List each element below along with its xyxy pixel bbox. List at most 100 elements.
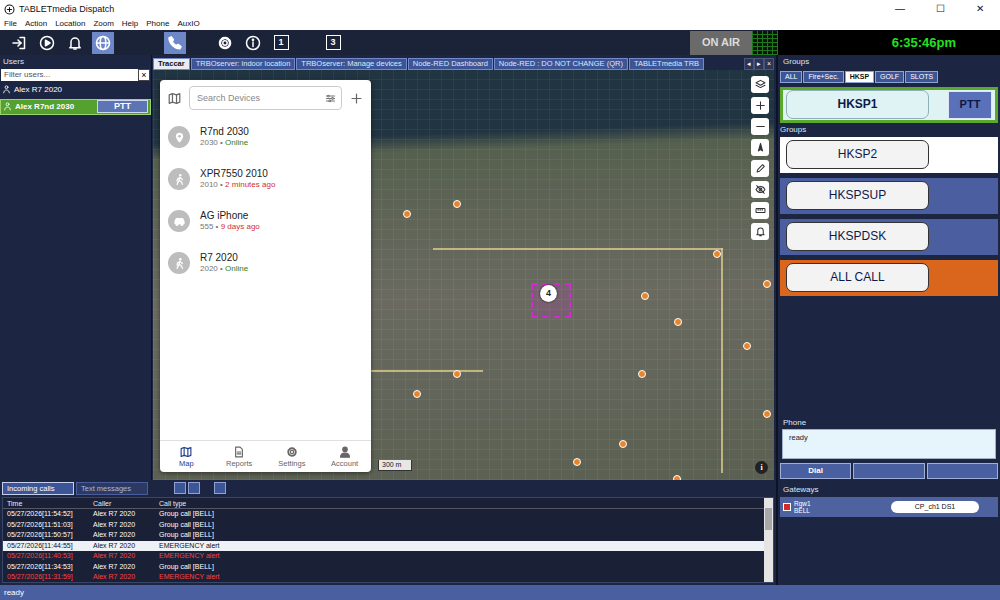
center-tab[interactable]: Node-RED : DO NOT CHANGE (QR) bbox=[494, 58, 628, 70]
phone-button[interactable] bbox=[927, 463, 998, 479]
group-button[interactable]: HKSP1 bbox=[786, 90, 929, 119]
map-poi-marker[interactable] bbox=[403, 210, 411, 218]
view-button[interactable] bbox=[174, 482, 186, 494]
globe-button[interactable] bbox=[92, 32, 114, 54]
group-tab[interactable]: ALL bbox=[780, 71, 802, 83]
info-button[interactable] bbox=[242, 32, 264, 54]
map-poi-marker[interactable] bbox=[453, 370, 461, 378]
device-row[interactable]: AG iPhone555 • 9 days ago bbox=[160, 200, 371, 242]
eyeoff-button[interactable] bbox=[751, 181, 769, 198]
group-button[interactable]: HKSPDSK bbox=[786, 222, 929, 251]
phone-button[interactable] bbox=[853, 463, 924, 479]
map-poi-marker[interactable] bbox=[674, 318, 682, 326]
tab-scroll-left-button[interactable]: ◂ bbox=[744, 58, 754, 70]
nav-item[interactable]: Reports bbox=[213, 441, 266, 472]
menu-item[interactable]: Help bbox=[122, 19, 138, 29]
group-ptt-button[interactable]: PTT bbox=[948, 91, 992, 119]
nav-item[interactable]: Account bbox=[318, 441, 371, 472]
menu-item[interactable]: Location bbox=[55, 19, 85, 29]
map-poi-marker[interactable] bbox=[713, 250, 721, 258]
center-tab[interactable]: TABLETmedia TRB bbox=[629, 58, 704, 70]
bell-button[interactable] bbox=[64, 32, 86, 54]
center-tab[interactable]: Traccar bbox=[153, 58, 190, 70]
ruler-button[interactable] bbox=[751, 202, 769, 219]
device-row[interactable]: R7nd 20302030 • Online bbox=[160, 116, 371, 158]
gear-button[interactable] bbox=[214, 32, 236, 54]
nav-item[interactable]: Map bbox=[160, 441, 213, 472]
calls-tab[interactable]: Incoming calls bbox=[2, 482, 74, 495]
menu-item[interactable]: Phone bbox=[146, 19, 169, 29]
group-button[interactable]: HKSPSUP bbox=[786, 181, 929, 210]
table-row[interactable]: 05/27/2026[11:50:57]Alex R7 2020Group ca… bbox=[3, 530, 764, 541]
table-row[interactable]: 05/27/2026[11:40:53]Alex R7 2020EMERGENC… bbox=[3, 551, 764, 562]
scrollbar[interactable] bbox=[764, 498, 773, 582]
play-button[interactable] bbox=[36, 32, 58, 54]
tab-scroll-right-button[interactable]: ▸ bbox=[754, 58, 764, 70]
minimize-button[interactable]: — bbox=[880, 3, 920, 15]
on-air-button[interactable]: ON AIR bbox=[690, 31, 752, 55]
group-tab[interactable]: Fire+Sec. bbox=[803, 71, 843, 83]
column-header[interactable]: Time bbox=[7, 498, 93, 508]
gateway-channel[interactable]: CP_ch1 DS1 bbox=[891, 501, 979, 513]
calls-tab[interactable]: Text messages bbox=[76, 482, 148, 495]
dial-button[interactable]: Dial bbox=[780, 463, 851, 479]
table-row[interactable]: 05/27/2026[11:51:03]Alex R7 2020Group ca… bbox=[3, 520, 764, 531]
menu-item[interactable]: AuxIO bbox=[177, 19, 199, 29]
center-tab[interactable]: TRBOserver: Manage devices bbox=[296, 58, 406, 70]
view-button[interactable] bbox=[214, 482, 226, 494]
close-button[interactable]: ✕ bbox=[960, 3, 1000, 15]
map-poi-marker[interactable] bbox=[641, 292, 649, 300]
menu-item[interactable]: Action bbox=[25, 19, 47, 29]
map-poi-marker[interactable] bbox=[573, 458, 581, 466]
nav-item[interactable]: Settings bbox=[266, 441, 319, 472]
gateway-row[interactable]: Rgw1BELLCP_ch1 DS1 bbox=[780, 497, 998, 517]
view-button[interactable] bbox=[188, 482, 200, 494]
group-button[interactable]: ALL CALL bbox=[786, 263, 929, 292]
map-poi-marker[interactable] bbox=[638, 370, 646, 378]
compass-button[interactable] bbox=[751, 139, 769, 156]
menu-item[interactable]: File bbox=[4, 19, 17, 29]
device-search-input[interactable] bbox=[195, 92, 325, 105]
maximize-button[interactable]: ☐ bbox=[920, 3, 960, 15]
tab-close-button[interactable]: × bbox=[764, 58, 774, 70]
map-poi-marker[interactable] bbox=[673, 475, 681, 480]
layout-button[interactable]: 1 bbox=[270, 32, 292, 54]
map-info-button[interactable]: i bbox=[755, 461, 768, 474]
user-row[interactable]: Alex R7nd 2030PTT bbox=[0, 99, 151, 115]
group-tab[interactable]: GOLF bbox=[875, 71, 904, 83]
group-tab[interactable]: HKSP bbox=[845, 71, 874, 83]
bell-button[interactable] bbox=[751, 223, 769, 240]
table-row[interactable]: 05/27/2026[11:31:59]Alex R7 2020EMERGENC… bbox=[3, 572, 764, 583]
user-row[interactable]: Alex R7 2020 bbox=[0, 83, 151, 97]
map-poi-marker[interactable] bbox=[413, 390, 421, 398]
map-poi-marker[interactable] bbox=[763, 280, 771, 288]
map-poi-marker[interactable] bbox=[743, 342, 751, 350]
map-poi-marker[interactable] bbox=[453, 200, 461, 208]
device-row[interactable]: R7 20202020 • Online bbox=[160, 242, 371, 284]
map-view[interactable]: 4300 miR7nd 20302030 • OnlineXPR7550 201… bbox=[153, 70, 774, 480]
login-button[interactable] bbox=[8, 32, 30, 54]
clear-filter-button[interactable]: × bbox=[138, 69, 150, 81]
table-row[interactable]: 05/27/2026[11:34:53]Alex R7 2020Group ca… bbox=[3, 562, 764, 573]
pencil-button[interactable] bbox=[751, 160, 769, 177]
layers-button[interactable] bbox=[751, 76, 769, 93]
minus-button[interactable] bbox=[751, 118, 769, 135]
center-tab[interactable]: Node-RED Dashboard bbox=[408, 58, 493, 70]
table-row[interactable]: 05/27/2026[11:44:55]Alex R7 2020EMERGENC… bbox=[3, 541, 764, 552]
filter-input[interactable] bbox=[1, 69, 138, 81]
table-row[interactable]: 05/27/2026[11:54:52]Alex R7 2020Group ca… bbox=[3, 509, 764, 520]
group-button[interactable]: HKSP2 bbox=[786, 140, 929, 169]
column-header[interactable]: Caller bbox=[93, 498, 159, 508]
ptt-button[interactable]: PTT bbox=[97, 100, 148, 113]
group-tab[interactable]: SLOTS bbox=[905, 71, 938, 83]
column-header[interactable]: Call type bbox=[159, 498, 764, 508]
menu-item[interactable]: Zoom bbox=[93, 19, 113, 29]
cluster-marker[interactable]: 4 bbox=[540, 285, 557, 302]
scrollbar-thumb[interactable] bbox=[765, 508, 772, 530]
map-poi-marker[interactable] bbox=[763, 410, 771, 418]
device-row[interactable]: XPR7550 20102010 • 2 minutes ago bbox=[160, 158, 371, 200]
map-poi-marker[interactable] bbox=[619, 440, 627, 448]
phone-button[interactable] bbox=[164, 32, 186, 54]
center-tab[interactable]: TRBOserver: indoor location bbox=[191, 58, 296, 70]
plus-button[interactable] bbox=[751, 97, 769, 114]
